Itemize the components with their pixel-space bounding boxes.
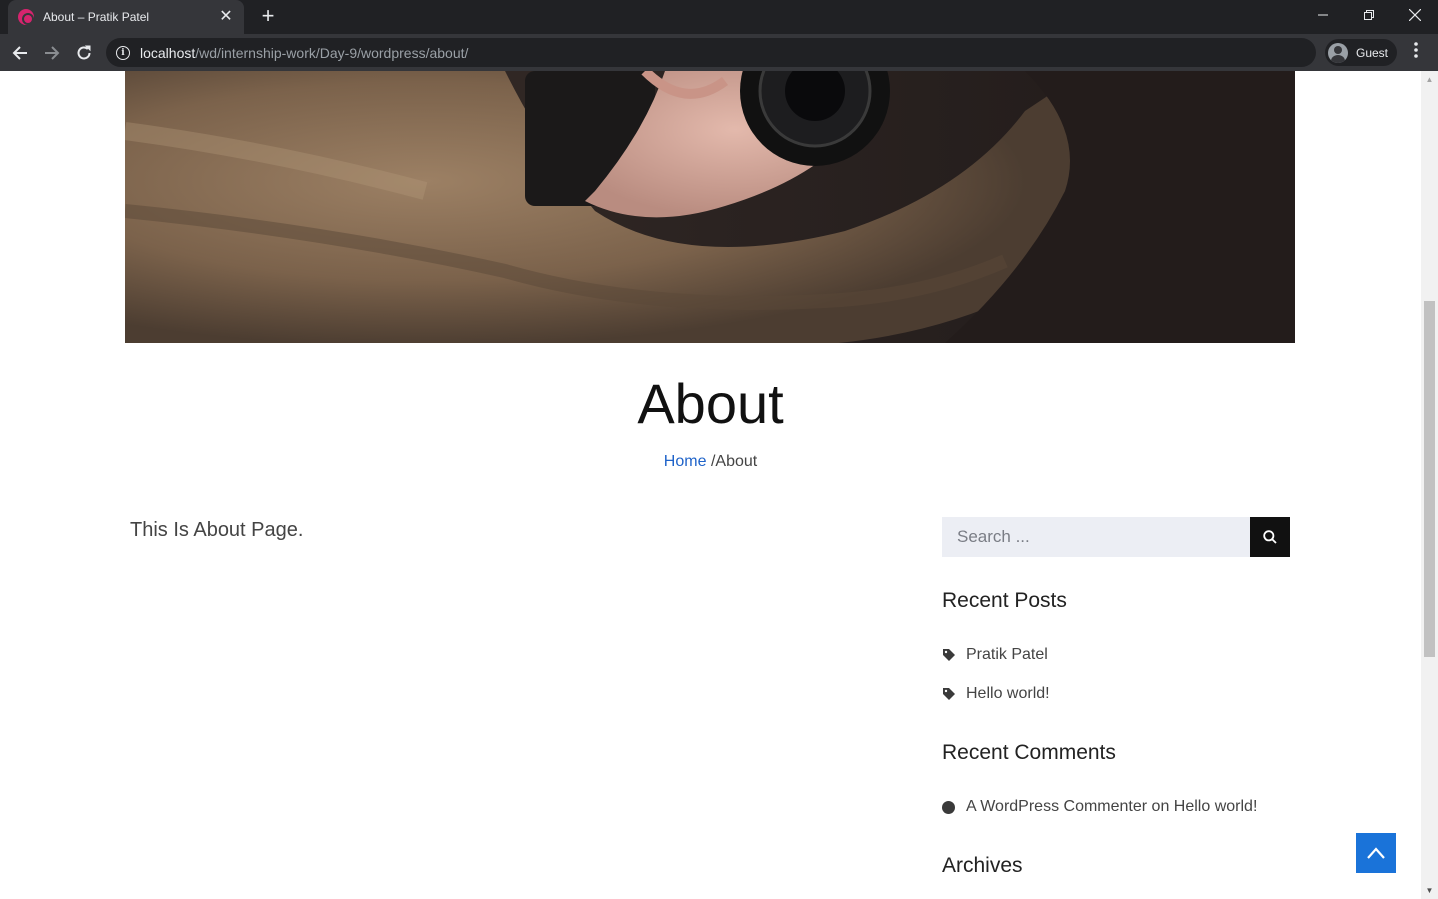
forward-button[interactable] <box>39 40 65 66</box>
avatar-icon <box>1328 42 1348 63</box>
reload-button[interactable] <box>71 40 97 66</box>
scroll-up-arrow-icon[interactable]: ▲ <box>1421 71 1438 88</box>
browser-toolbar: i localhost/wd/internship-work/Day-9/wor… <box>0 34 1438 71</box>
restore-button[interactable] <box>1346 0 1392 30</box>
recent-comment-item: A WordPress Commenter on Hello world! <box>942 798 1257 816</box>
profile-label: Guest <box>1356 45 1389 60</box>
recent-posts-title: Recent Posts <box>942 589 1067 612</box>
search-input[interactable] <box>942 517 1250 557</box>
recent-post-item[interactable]: Pratik Patel <box>942 646 1048 664</box>
scroll-down-arrow-icon[interactable]: ▼ <box>1421 882 1438 899</box>
breadcrumb-home-link[interactable]: Home <box>664 453 707 470</box>
profile-button[interactable]: Guest <box>1325 39 1397 66</box>
archives-title: Archives <box>942 854 1023 877</box>
breadcrumb-current: About <box>715 453 758 470</box>
url-path: /wd/internship-work/Day-9/wordpress/abou… <box>195 44 469 61</box>
close-icon <box>1409 9 1421 21</box>
site-favicon-icon <box>18 9 34 25</box>
url-text: localhost/wd/internship-work/Day-9/wordp… <box>140 45 468 61</box>
comment-connector: on <box>1151 798 1170 815</box>
tag-icon <box>942 687 956 701</box>
browser-tab-bar: About – Pratik Patel ✕ + <box>0 0 1438 34</box>
close-window-button[interactable] <box>1392 0 1438 30</box>
page-title: About <box>637 372 784 435</box>
forward-arrow-icon <box>45 46 60 60</box>
camera-photo-illustration <box>125 71 1295 343</box>
back-arrow-icon <box>12 46 27 60</box>
breadcrumb: Home /About <box>0 453 1421 471</box>
address-bar[interactable]: i localhost/wd/internship-work/Day-9/wor… <box>106 38 1316 67</box>
url-host: localhost <box>140 44 196 61</box>
bullet-icon <box>942 800 956 814</box>
page-scrollbar[interactable]: ▲ ▼ <box>1421 71 1438 899</box>
tab-title: About – Pratik Patel <box>43 10 150 24</box>
recent-post-item[interactable]: Hello world! <box>942 685 1050 703</box>
site-info-icon[interactable]: i <box>116 45 130 60</box>
browser-tab[interactable]: About – Pratik Patel ✕ <box>8 0 244 34</box>
comment-post-link[interactable]: Hello world! <box>1174 798 1258 816</box>
recent-post-link[interactable]: Pratik Patel <box>966 646 1048 664</box>
tag-icon <box>942 648 956 662</box>
back-button[interactable] <box>7 40 33 66</box>
kebab-menu-icon <box>1414 42 1418 58</box>
search-button[interactable] <box>1250 517 1290 557</box>
page-content: This Is About Page. <box>130 519 304 541</box>
scrollbar-thumb[interactable] <box>1424 301 1435 657</box>
browser-menu-button[interactable] <box>1406 42 1426 62</box>
search-icon <box>1263 530 1277 544</box>
chevron-up-icon <box>1367 847 1385 859</box>
recent-comments-title: Recent Comments <box>942 741 1116 764</box>
restore-icon <box>1364 10 1374 20</box>
minimize-icon <box>1318 14 1328 16</box>
minimize-button[interactable] <box>1300 0 1346 30</box>
search-form <box>942 517 1290 557</box>
back-to-top-button[interactable] <box>1356 833 1396 873</box>
new-tab-button[interactable]: + <box>256 4 280 28</box>
hero-image <box>125 71 1295 343</box>
tab-close-icon[interactable]: ✕ <box>218 9 234 25</box>
reload-icon <box>77 45 91 60</box>
comment-author-link[interactable]: A WordPress Commenter <box>966 798 1147 816</box>
page-viewport: About Home /About This Is About Page. Re… <box>0 71 1421 899</box>
recent-post-link[interactable]: Hello world! <box>966 685 1050 703</box>
